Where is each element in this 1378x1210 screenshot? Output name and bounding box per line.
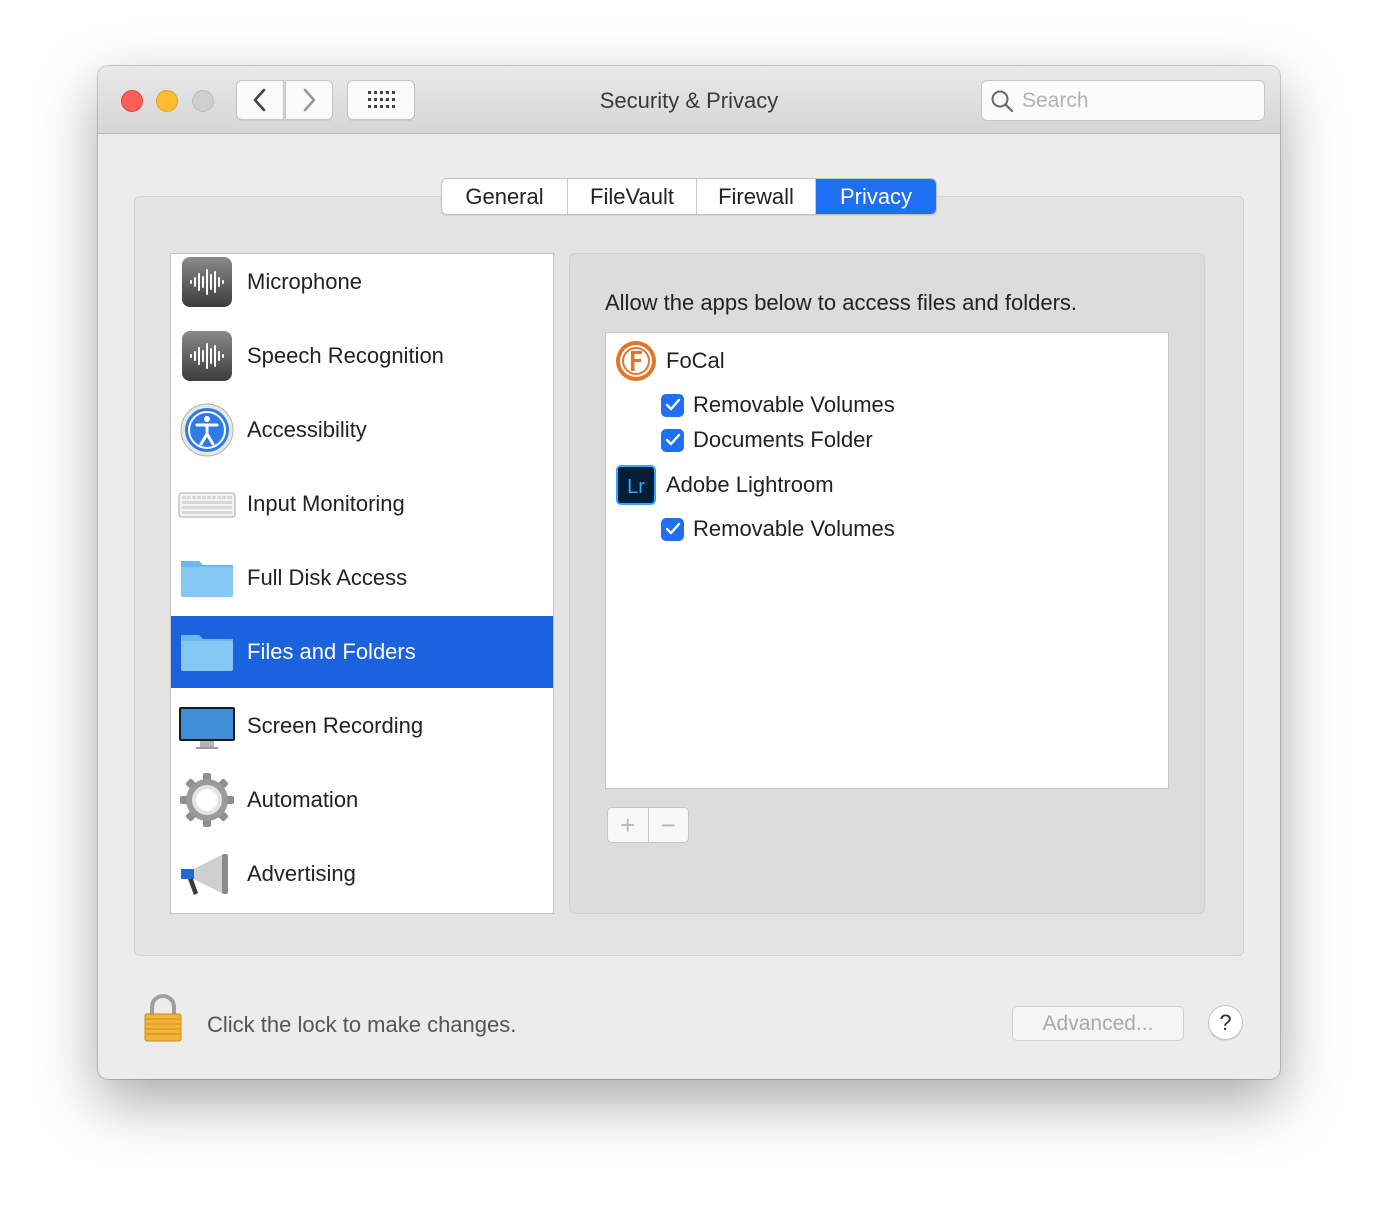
keyboard-icon (178, 475, 236, 533)
checkmark-icon (665, 398, 680, 411)
microphone-icon (178, 253, 236, 311)
title-bar: Security & Privacy Search (98, 66, 1280, 134)
checkmark-icon (665, 522, 680, 535)
sidebar-item-label: Accessibility (247, 417, 367, 442)
app-name: Adobe Lightroom (666, 472, 834, 497)
tab-privacy[interactable]: Privacy (816, 179, 936, 214)
sidebar-item-label: Speech Recognition (247, 343, 444, 368)
advanced-button[interactable]: Advanced... (1012, 1006, 1184, 1041)
folder-icon (178, 549, 236, 607)
lightroom-app-icon: Lr (616, 465, 656, 505)
sidebar-item-advertising[interactable]: Advertising (171, 838, 553, 910)
app-permission-list[interactable]: FoCal Removable Volumes Documents Folder… (605, 332, 1169, 789)
megaphone-icon (178, 845, 236, 903)
sidebar-item-speech-recognition[interactable]: Speech Recognition (171, 320, 553, 392)
sidebar-item-label: Automation (247, 787, 359, 812)
gear-icon (178, 771, 236, 829)
sidebar-item-automation[interactable]: Automation (171, 764, 553, 836)
app-name: FoCal (666, 348, 725, 373)
tab-general[interactable]: General (442, 179, 568, 214)
security-privacy-window: Security & Privacy Search General FileVa… (98, 66, 1280, 1079)
permission-checkbox[interactable] (661, 428, 684, 452)
lock-button[interactable] (142, 993, 184, 1043)
sidebar-item-full-disk-access[interactable]: Full Disk Access (171, 542, 553, 614)
speech-recognition-icon (178, 327, 236, 385)
search-icon (991, 90, 1014, 112)
folder-icon (178, 623, 236, 681)
sidebar-item-files-and-folders[interactable]: Files and Folders (171, 616, 553, 688)
permission-row[interactable]: Removable Volumes (661, 392, 895, 418)
lock-icon (144, 994, 182, 1042)
add-app-button[interactable]: + (608, 808, 649, 842)
permission-checkbox[interactable] (661, 517, 684, 541)
sidebar-item-microphone[interactable]: Microphone (171, 246, 553, 318)
tab-bar: General FileVault Firewall Privacy (441, 178, 937, 215)
display-icon (178, 697, 236, 755)
accessibility-icon (178, 401, 236, 459)
tab-filevault[interactable]: FileVault (568, 179, 697, 214)
search-field[interactable]: Search (981, 80, 1265, 121)
remove-app-button[interactable]: − (649, 808, 689, 842)
focal-app-icon (616, 341, 656, 381)
permission-label: Removable Volumes (693, 516, 895, 541)
files-and-folders-pane: Allow the apps below to access files and… (569, 253, 1205, 914)
permission-checkbox[interactable] (661, 393, 684, 417)
sidebar-item-accessibility[interactable]: Accessibility (171, 394, 553, 466)
permission-label: Documents Folder (693, 427, 873, 452)
permission-label: Removable Volumes (693, 392, 895, 417)
pane-heading: Allow the apps below to access files and… (605, 290, 1078, 315)
permission-row[interactable]: Removable Volumes (661, 516, 895, 542)
tab-firewall[interactable]: Firewall (697, 179, 816, 214)
help-button[interactable]: ? (1208, 1005, 1243, 1040)
checkmark-icon (665, 433, 680, 446)
privacy-category-list: Microphone Speech Recognition Accessibil… (170, 253, 554, 914)
search-placeholder: Search (1022, 88, 1089, 112)
permission-row[interactable]: Documents Folder (661, 427, 873, 453)
sidebar-item-label: Advertising (247, 861, 356, 886)
add-remove-control: + − (607, 807, 689, 843)
sidebar-item-input-monitoring[interactable]: Input Monitoring (171, 468, 553, 540)
sidebar-item-label: Input Monitoring (247, 491, 405, 516)
svg-text:Lr: Lr (627, 476, 645, 498)
app-row-adobe-lightroom[interactable]: Lr Adobe Lightroom (614, 463, 834, 507)
sidebar-item-label: Screen Recording (247, 713, 424, 738)
lock-status-text: Click the lock to make changes. (207, 1012, 517, 1037)
sidebar-item-screen-recording[interactable]: Screen Recording (171, 690, 553, 762)
sidebar-item-label: Microphone (247, 269, 362, 294)
app-row-focal[interactable]: FoCal (614, 339, 725, 383)
sidebar-item-label: Files and Folders (247, 639, 416, 664)
sidebar-item-label: Full Disk Access (247, 565, 408, 590)
